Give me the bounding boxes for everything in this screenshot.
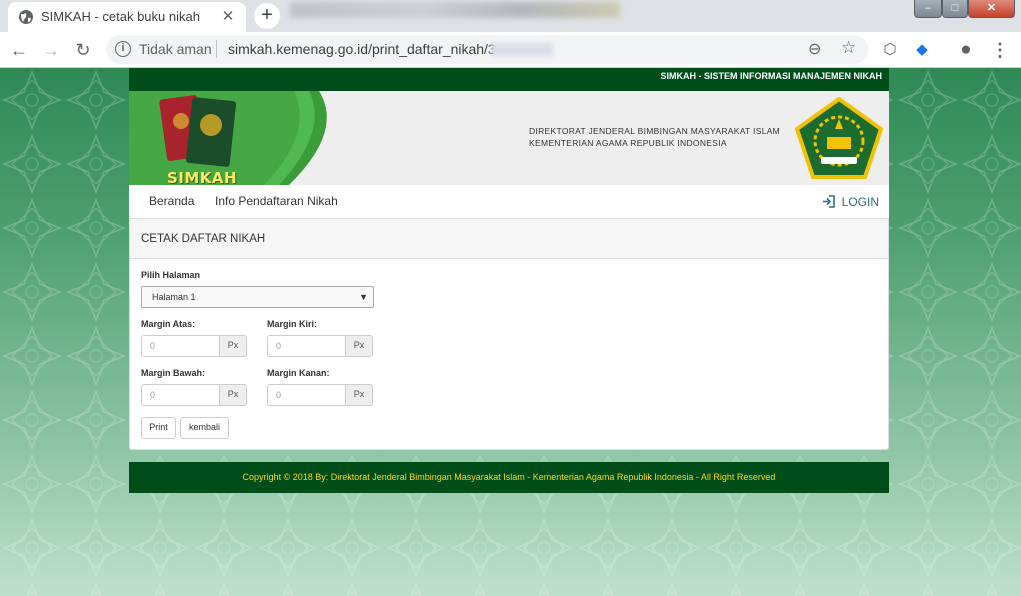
page-background: SIMKAH - SISTEM INFORMASI MANAJEMEN NIKA… xyxy=(0,68,1021,596)
url-redaction xyxy=(491,43,553,56)
site-footer: Copyright © 2018 By: Direktorat Jenderal… xyxy=(129,462,889,493)
print-panel: CETAK DAFTAR NIKAH Pilih Halaman Halaman… xyxy=(129,219,889,450)
address-divider xyxy=(216,40,217,58)
site-banner: SIMKAH DIREKTORAT JENDERAL BIMBINGAN MAS… xyxy=(129,91,889,185)
reload-icon[interactable]: ↻ xyxy=(72,39,94,61)
margin-left-input[interactable]: 0 xyxy=(267,335,346,357)
info-icon[interactable]: i xyxy=(115,41,131,57)
back-arrow-icon[interactable]: ← xyxy=(8,39,30,61)
panel-title: CETAK DAFTAR NIKAH xyxy=(130,219,888,259)
extension-cube-icon[interactable]: ⬡ xyxy=(880,40,900,60)
site-container: SIMKAH - SISTEM INFORMASI MANAJEMEN NIKA… xyxy=(129,68,889,450)
login-icon[interactable] xyxy=(822,195,835,208)
extension-cap-icon[interactable]: ◆ xyxy=(912,40,932,60)
margin-top-unit: Px xyxy=(219,335,247,357)
org-name-line-1: DIREKTORAT JENDERAL BIMBINGAN MASYARAKAT… xyxy=(529,126,781,136)
browser-menu-icon[interactable]: ⋮ xyxy=(990,40,1010,60)
banner-swoosh-logo xyxy=(129,91,327,185)
login-link[interactable]: LOGIN xyxy=(842,195,879,209)
window-minimize-button[interactable]: – xyxy=(914,0,942,18)
margin-right-label: Margin Kanan: xyxy=(267,368,330,378)
org-name-line-2: KEMENTERIAN AGAMA REPUBLIK INDONESIA xyxy=(529,138,727,148)
site-topbar: SIMKAH - SISTEM INFORMASI MANAJEMEN NIKA… xyxy=(129,68,889,91)
window-maximize-button[interactable]: □ xyxy=(942,0,968,18)
tab-title: SIMKAH - cetak buku nikah xyxy=(41,9,200,24)
margin-right-unit: Px xyxy=(345,384,373,406)
url-text[interactable]: simkah.kemenag.go.id/print_daftar_nikah/… xyxy=(228,41,496,57)
kemenag-emblem-icon xyxy=(795,97,883,179)
margin-bottom-label: Margin Bawah: xyxy=(141,368,206,378)
margin-top-group: 0 Px xyxy=(141,335,247,357)
margin-top-label: Margin Atas: xyxy=(141,319,196,329)
margin-right-input[interactable]: 0 xyxy=(267,384,346,406)
margin-left-unit: Px xyxy=(345,335,373,357)
browser-tab-active[interactable]: SIMKAH - cetak buku nikah ✕ xyxy=(8,2,246,32)
forward-arrow-icon[interactable]: → xyxy=(40,39,62,61)
margin-bottom-unit: Px xyxy=(219,384,247,406)
margin-right-group: 0 Px xyxy=(267,384,373,406)
margin-bottom-input[interactable]: 0 xyxy=(141,384,220,406)
select-arrow-icon: ▼ xyxy=(359,292,368,302)
blurred-tabs xyxy=(290,2,620,18)
bookmark-star-icon[interactable]: ☆ xyxy=(841,38,856,58)
site-nav: Beranda Info Pendaftaran Nikah LOGIN xyxy=(129,185,889,219)
margin-bottom-group: 0 Px xyxy=(141,384,247,406)
browser-toolbar: ← → ↻ i Tidak aman simkah.kemenag.go.id/… xyxy=(0,32,1021,68)
nav-info-pendaftaran[interactable]: Info Pendaftaran Nikah xyxy=(215,194,338,208)
new-tab-button[interactable]: + xyxy=(254,3,280,29)
simkah-brand: SIMKAH xyxy=(167,169,238,185)
zoom-icon[interactable]: ⊖ xyxy=(808,39,821,59)
print-button[interactable]: Print xyxy=(141,417,176,439)
globe-icon xyxy=(19,10,33,24)
kembali-button[interactable]: kembali xyxy=(180,417,229,439)
address-bar[interactable]: i Tidak aman simkah.kemenag.go.id/print_… xyxy=(106,35,868,64)
page-select-label: Pilih Halaman xyxy=(141,270,201,280)
browser-tabstrip: SIMKAH - cetak buku nikah ✕ + – □ ✕ xyxy=(0,0,1021,32)
margin-left-group: 0 Px xyxy=(267,335,373,357)
account-icon[interactable]: ● xyxy=(956,40,976,60)
nav-beranda[interactable]: Beranda xyxy=(149,194,194,208)
security-status[interactable]: Tidak aman xyxy=(139,41,212,57)
close-tab-icon[interactable]: ✕ xyxy=(220,8,236,26)
window-close-button[interactable]: ✕ xyxy=(968,0,1015,18)
page-select[interactable]: Halaman 1 ▼ xyxy=(141,286,374,308)
margin-left-label: Margin Kiri: xyxy=(267,319,318,329)
page-select-value: Halaman 1 xyxy=(152,292,196,302)
margin-top-input[interactable]: 0 xyxy=(141,335,220,357)
